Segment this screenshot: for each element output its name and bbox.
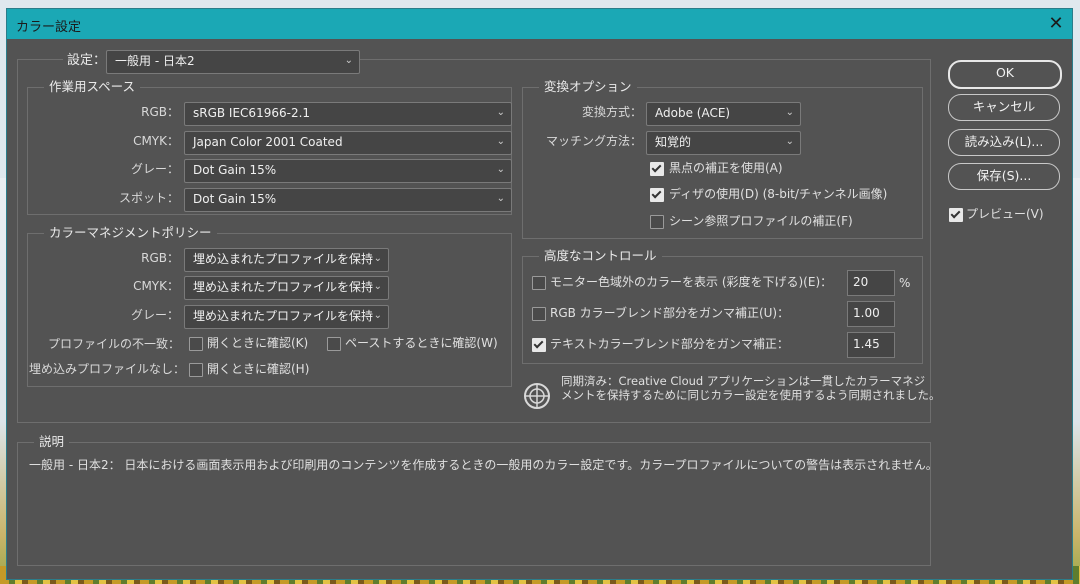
title-bar[interactable]: カラー設定 ✕: [7, 9, 1072, 39]
rgb-space-select[interactable]: sRGB IEC61966-2.1 ⌄: [184, 102, 512, 126]
chevron-down-icon: ⌄: [496, 164, 505, 175]
cmyk-space-select[interactable]: Japan Color 2001 Coated ⌄: [184, 131, 512, 155]
rgb-policy-value: 埋め込まれたプロファイルを保持: [193, 252, 374, 266]
rgb-space-label: RGB：: [141, 105, 179, 119]
cmyk-policy-select[interactable]: 埋め込まれたプロファイルを保持 ⌄: [184, 276, 389, 300]
desaturate-unit: %: [899, 276, 911, 290]
blend-rgb-label[interactable]: RGB カラーブレンド部分をガンマ補正(U)：: [550, 304, 789, 322]
gray-space-value: Dot Gain 15%: [193, 163, 277, 177]
close-button[interactable]: ✕: [1044, 12, 1068, 36]
engine-value: Adobe (ACE): [655, 106, 731, 120]
save-button[interactable]: 保存(S)...: [948, 163, 1060, 190]
load-button[interactable]: 読み込み(L)...: [948, 129, 1060, 156]
preview-label[interactable]: プレビュー(V): [966, 205, 1044, 223]
intent-value: 知覚的: [655, 135, 692, 149]
ok-button[interactable]: OK: [948, 60, 1062, 89]
missing-open-checkbox[interactable]: [189, 363, 203, 377]
mismatch-open-label[interactable]: 開くときに確認(K): [207, 334, 308, 352]
profile-mismatch-label: プロファイルの不一致：: [47, 337, 180, 351]
intent-select[interactable]: 知覚的 ⌄: [646, 131, 801, 155]
mismatch-paste-checkbox[interactable]: [327, 337, 341, 351]
scene-referred-label[interactable]: シーン参照プロファイルの補正(F): [669, 212, 853, 230]
missing-open-label[interactable]: 開くときに確認(H): [207, 360, 309, 378]
rgb-space-value: sRGB IEC61966-2.1: [193, 106, 311, 120]
mismatch-open-checkbox[interactable]: [189, 337, 203, 351]
dither-checkbox[interactable]: [650, 188, 664, 202]
spot-space-label: スポット：: [118, 191, 179, 205]
sync-text-line2: メントを保持するために同じカラー設定を使用するよう同期されました。: [561, 388, 941, 402]
chevron-down-icon: ⌄: [785, 107, 794, 118]
blend-text-label[interactable]: テキストカラーブレンド部分をガンマ補正：: [550, 335, 789, 353]
blend-rgb-checkbox[interactable]: [532, 307, 546, 321]
engine-label: 変換方式：: [581, 105, 642, 119]
blend-text-input[interactable]: 1.45: [847, 332, 895, 358]
cmyk-space-label: CMYK：: [133, 134, 179, 148]
window-title: カラー設定: [16, 20, 82, 35]
settings-label: 設定：: [63, 51, 111, 71]
color-settings-dialog: カラー設定 ✕ 設定： 一般用 - 日本2 ⌄ 作業用スペース RGB： sRGB…: [6, 8, 1073, 580]
conversion-options-title: 変換オプション: [539, 79, 637, 95]
description-title: 説明: [34, 434, 70, 450]
black-point-label[interactable]: 黒点の補正を使用(A): [669, 159, 783, 177]
chevron-down-icon: ⌄: [785, 136, 794, 147]
spot-space-select[interactable]: Dot Gain 15% ⌄: [184, 188, 512, 212]
blend-text-checkbox[interactable]: [532, 338, 546, 352]
settings-select-value: 一般用 - 日本2: [115, 54, 195, 68]
cmyk-policy-value: 埋め込まれたプロファイルを保持: [193, 280, 374, 294]
engine-select[interactable]: Adobe (ACE) ⌄: [646, 102, 801, 126]
intent-label: マッチング方法：: [545, 134, 642, 148]
scene-referred-checkbox[interactable]: [650, 215, 664, 229]
desaturate-checkbox[interactable]: [532, 276, 546, 290]
gray-space-label: グレー：: [130, 162, 179, 176]
chevron-down-icon: ⌄: [496, 136, 505, 147]
desaturate-input[interactable]: 20: [847, 270, 895, 296]
dither-label[interactable]: ディザの使用(D) (8-bit/チャンネル画像): [669, 185, 887, 203]
chevron-down-icon: ⌄: [373, 253, 382, 264]
working-spaces-title: 作業用スペース: [44, 79, 141, 95]
rgb-policy-label: RGB：: [141, 251, 179, 265]
desaturate-label[interactable]: モニター色域外のカラーを表示 (彩度を下げる)(E)：: [550, 273, 832, 291]
chevron-down-icon: ⌄: [496, 193, 505, 204]
sync-icon: [523, 382, 551, 410]
blend-rgb-input[interactable]: 1.00: [847, 301, 895, 327]
rgb-policy-select[interactable]: 埋め込まれたプロファイルを保持 ⌄: [184, 248, 389, 272]
description-text: 一般用 - 日本2： 日本における画面表示用および印刷用のコンテンツを作成すると…: [29, 458, 938, 472]
chevron-down-icon: ⌄: [373, 310, 382, 321]
cmyk-space-value: Japan Color 2001 Coated: [193, 135, 343, 149]
missing-profile-label: 埋め込みプロファイルなし：: [29, 362, 186, 376]
color-management-title: カラーマネジメントポリシー: [44, 225, 217, 241]
black-point-checkbox[interactable]: [650, 162, 664, 176]
spot-space-value: Dot Gain 15%: [193, 192, 277, 206]
chevron-down-icon: ⌄: [373, 281, 382, 292]
gray-policy-label: グレー：: [130, 308, 179, 322]
gray-policy-select[interactable]: 埋め込まれたプロファイルを保持 ⌄: [184, 305, 389, 329]
preview-checkbox[interactable]: [949, 208, 963, 222]
chevron-down-icon: ⌄: [344, 55, 353, 66]
mismatch-paste-label[interactable]: ペーストするときに確認(W): [345, 334, 498, 352]
chevron-down-icon: ⌄: [496, 107, 505, 118]
gray-space-select[interactable]: Dot Gain 15% ⌄: [184, 159, 512, 183]
gray-policy-value: 埋め込まれたプロファイルを保持: [193, 309, 374, 323]
advanced-controls-title: 高度なコントロール: [539, 248, 662, 264]
settings-select[interactable]: 一般用 - 日本2 ⌄: [106, 50, 360, 74]
cancel-button[interactable]: キャンセル: [948, 94, 1060, 121]
cmyk-policy-label: CMYK：: [133, 279, 179, 293]
